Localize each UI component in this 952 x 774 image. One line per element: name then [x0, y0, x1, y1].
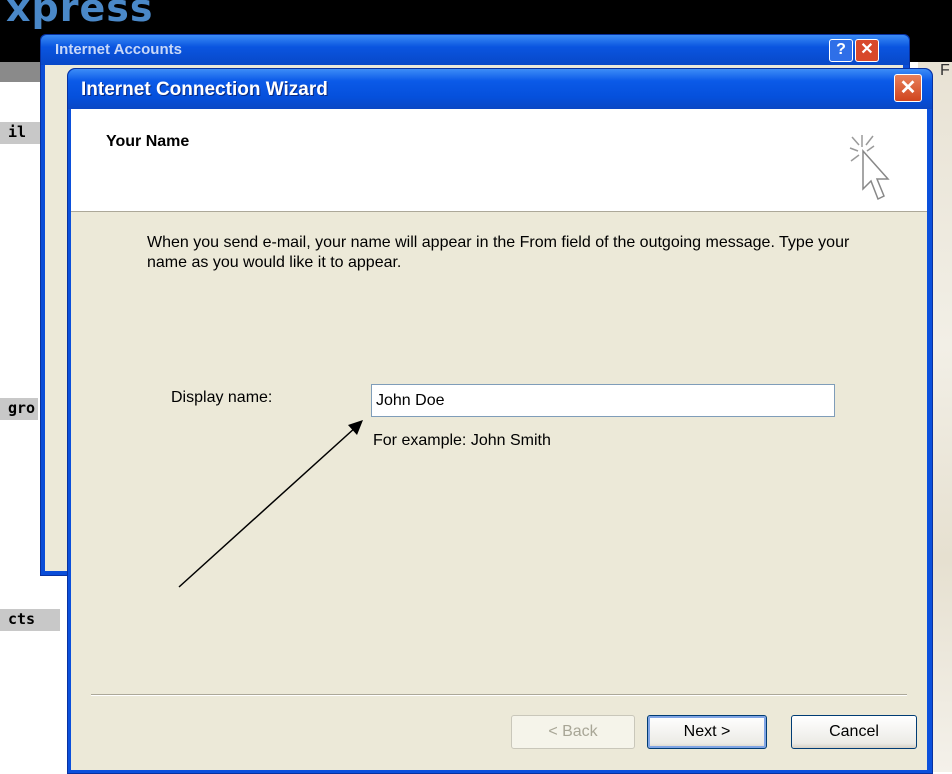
wizard-titlebar[interactable]: Internet Connection Wizard ✕ [68, 69, 932, 109]
display-name-field[interactable] [371, 384, 835, 417]
background-folder-label-contacts[interactable]: cts [0, 609, 60, 631]
background-right-label: F [940, 62, 950, 79]
background-folder-label-mail[interactable]: il [0, 122, 44, 144]
wizard-cursor-icon [849, 135, 890, 201]
help-button[interactable]: ? [829, 39, 853, 62]
wizard-close-button[interactable]: ✕ [894, 74, 922, 102]
wizard-header-panel: Your Name [71, 109, 927, 212]
page-title: Your Name [106, 133, 190, 150]
internet-accounts-titlebar: Internet Accounts ? ✕ [41, 35, 909, 65]
next-button[interactable]: Next > [647, 715, 767, 749]
wizard-content: Your Name When you send e-mail, your nam… [71, 109, 927, 770]
back-button[interactable]: < Back [511, 715, 635, 749]
cancel-button[interactable]: Cancel [791, 715, 917, 749]
wizard-title: Internet Connection Wizard [81, 79, 328, 100]
instruction-text: When you send e-mail, your name will app… [147, 234, 850, 271]
app-logo: xpress [6, 0, 154, 30]
display-name-label: Display name: [171, 389, 273, 406]
footer-divider [91, 694, 907, 696]
background-folder-label-newsgroups[interactable]: gro [0, 398, 38, 420]
accounts-close-button[interactable]: ✕ [855, 39, 879, 62]
internet-accounts-title: Internet Accounts [55, 41, 182, 58]
connection-wizard-window: Internet Connection Wizard ✕ Your Name W… [67, 68, 933, 774]
example-hint: For example: John Smith [373, 432, 551, 449]
